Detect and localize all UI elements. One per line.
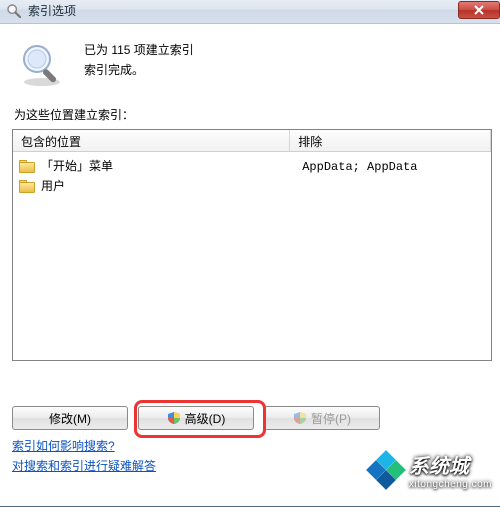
list-item[interactable]: 「开始」菜单 — [19, 156, 283, 174]
watermark-brand: 系统城 — [409, 456, 469, 478]
index-status: 已为 115 项建立索引 索引完成。 — [84, 40, 194, 80]
indexing-options-window: 索引选项 已为 115 项建立索引 索引完成。 — [0, 0, 500, 507]
magnifier-icon — [6, 3, 22, 19]
titlebar: 索引选项 — [0, 0, 500, 24]
index-count-line: 已为 115 项建立索引 — [84, 40, 194, 60]
list-item-label: 用户 — [41, 177, 65, 194]
locations-list: 包含的位置 排除 「开始」菜单 用户 — [12, 129, 492, 361]
excluded-value: AppData; AppData — [296, 156, 485, 178]
close-button[interactable] — [458, 1, 500, 19]
button-label: 修改(M) — [49, 410, 91, 427]
button-label: 暂停(P) — [311, 410, 351, 427]
watermark: 系统城 xitongcheng.com — [369, 450, 492, 490]
advanced-button[interactable]: 高级(D) — [138, 406, 254, 430]
link-troubleshoot[interactable]: 对搜索和索引进行疑难解答 — [12, 456, 156, 476]
folder-icon — [19, 158, 35, 172]
locations-label: 为这些位置建立索引： — [14, 106, 492, 123]
column-header-included[interactable]: 包含的位置 — [13, 130, 290, 151]
watermark-logo-icon — [369, 453, 403, 487]
folder-icon — [19, 178, 35, 192]
window-body: 已为 115 项建立索引 索引完成。 为这些位置建立索引： 包含的位置 排除 「… — [0, 24, 500, 506]
shield-icon — [293, 411, 307, 425]
window-title: 索引选项 — [28, 2, 76, 19]
watermark-url: xitongcheng.com — [409, 479, 492, 490]
link-index-effect[interactable]: 索引如何影响搜索? — [12, 436, 156, 456]
list-item-label: 「开始」菜单 — [41, 157, 113, 174]
button-label: 高级(D) — [185, 410, 226, 427]
index-complete-line: 索引完成。 — [84, 60, 194, 80]
list-item[interactable]: 用户 — [19, 176, 283, 194]
column-header-excluded[interactable]: 排除 — [290, 130, 491, 151]
pause-button: 暂停(P) — [264, 406, 380, 430]
shield-icon — [167, 411, 181, 425]
magnifier-large-icon — [18, 40, 66, 88]
modify-button[interactable]: 修改(M) — [12, 406, 128, 430]
